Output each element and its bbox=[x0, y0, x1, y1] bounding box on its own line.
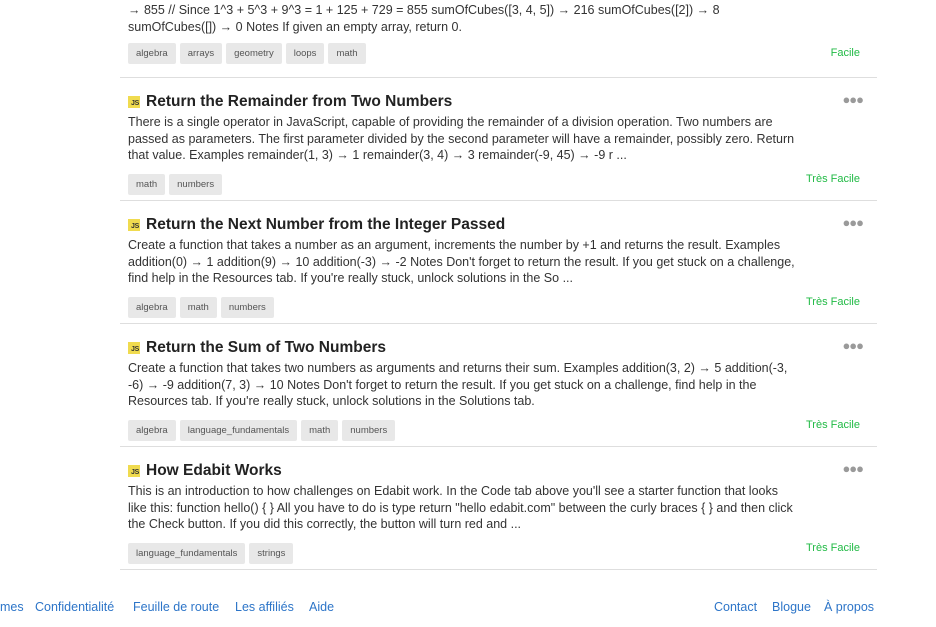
challenge-list: → 855 // Since 1^3 + 5^3 + 9^3 = 1 + 125… bbox=[120, 0, 877, 570]
challenge-card[interactable]: JS Return the Next Number from the Integ… bbox=[120, 201, 877, 324]
tag[interactable]: algebra bbox=[128, 43, 176, 64]
challenge-description: → 855 // Since 1^3 + 5^3 + 9^3 = 1 + 125… bbox=[128, 3, 720, 34]
footer-link-terms[interactable]: mes bbox=[0, 600, 24, 614]
footer-link-roadmap[interactable]: Feuille de route bbox=[133, 600, 219, 614]
tag-list: math numbers bbox=[128, 174, 797, 195]
challenge-title[interactable]: Return the Sum of Two Numbers bbox=[146, 339, 386, 357]
tag[interactable]: loops bbox=[285, 43, 325, 64]
footer-link-about[interactable]: À propos bbox=[824, 600, 874, 614]
javascript-icon: JS bbox=[128, 219, 140, 231]
difficulty-label: Très Facile bbox=[806, 296, 860, 308]
ellipsis-icon[interactable]: ●●● bbox=[842, 216, 864, 229]
tag[interactable]: strings bbox=[249, 543, 294, 564]
difficulty-label: Très Facile bbox=[806, 419, 860, 431]
tag-list: algebra arrays geometry loops math bbox=[128, 43, 797, 64]
challenge-card[interactable]: JS Return the Remainder from Two Numbers… bbox=[120, 78, 877, 201]
tag[interactable]: arrays bbox=[179, 43, 223, 64]
tag[interactable]: math bbox=[179, 297, 217, 318]
tag-list: language_fundamentals strings bbox=[128, 543, 797, 564]
difficulty-label: Facile bbox=[830, 47, 860, 59]
tag-list: algebra math numbers bbox=[128, 297, 797, 318]
challenge-description: Create a function that takes a number as… bbox=[128, 238, 795, 285]
challenge-title[interactable]: Return the Next Number from the Integer … bbox=[146, 216, 505, 234]
tag[interactable]: numbers bbox=[342, 420, 396, 441]
footer-link-privacy[interactable]: Confidentialité bbox=[35, 600, 114, 614]
tag[interactable]: language_fundamentals bbox=[179, 420, 298, 441]
ellipsis-icon[interactable]: ●●● bbox=[842, 462, 864, 475]
challenge-title[interactable]: Return the Remainder from Two Numbers bbox=[146, 93, 452, 111]
tag-list: algebra language_fundamentals math numbe… bbox=[128, 420, 797, 441]
challenge-description: This is an introduction to how challenge… bbox=[128, 484, 793, 531]
tag[interactable]: numbers bbox=[169, 174, 223, 195]
tag[interactable]: algebra bbox=[128, 420, 176, 441]
challenge-card[interactable]: JS Return the Sum of Two Numbers Create … bbox=[120, 324, 877, 447]
tag[interactable]: numbers bbox=[220, 297, 274, 318]
tag[interactable]: math bbox=[328, 43, 366, 64]
tag[interactable]: geometry bbox=[226, 43, 282, 64]
javascript-icon: JS bbox=[128, 96, 140, 108]
tag[interactable]: math bbox=[128, 174, 166, 195]
footer-link-blog[interactable]: Blogue bbox=[772, 600, 811, 614]
challenge-card[interactable]: JS How Edabit Works This is an introduct… bbox=[120, 447, 877, 570]
footer-link-help[interactable]: Aide bbox=[309, 600, 334, 614]
footer: mes Confidentialité Feuille de route Les… bbox=[0, 600, 936, 620]
difficulty-label: Très Facile bbox=[806, 173, 860, 185]
challenge-card[interactable]: → 855 // Since 1^3 + 5^3 + 9^3 = 1 + 125… bbox=[120, 0, 877, 78]
ellipsis-icon[interactable]: ●●● bbox=[842, 93, 864, 106]
javascript-icon: JS bbox=[128, 342, 140, 354]
tag[interactable]: language_fundamentals bbox=[128, 543, 246, 564]
footer-link-affiliates[interactable]: Les affiliés bbox=[235, 600, 294, 614]
ellipsis-icon[interactable]: ●●● bbox=[842, 339, 864, 352]
javascript-icon: JS bbox=[128, 465, 140, 477]
tag[interactable]: algebra bbox=[128, 297, 176, 318]
challenge-title[interactable]: How Edabit Works bbox=[146, 462, 282, 480]
tag[interactable]: math bbox=[301, 420, 339, 441]
challenge-description: There is a single operator in JavaScript… bbox=[128, 115, 795, 162]
footer-link-contact[interactable]: Contact bbox=[714, 600, 757, 614]
challenge-description: Create a function that takes two numbers… bbox=[128, 361, 788, 408]
difficulty-label: Très Facile bbox=[806, 542, 860, 554]
